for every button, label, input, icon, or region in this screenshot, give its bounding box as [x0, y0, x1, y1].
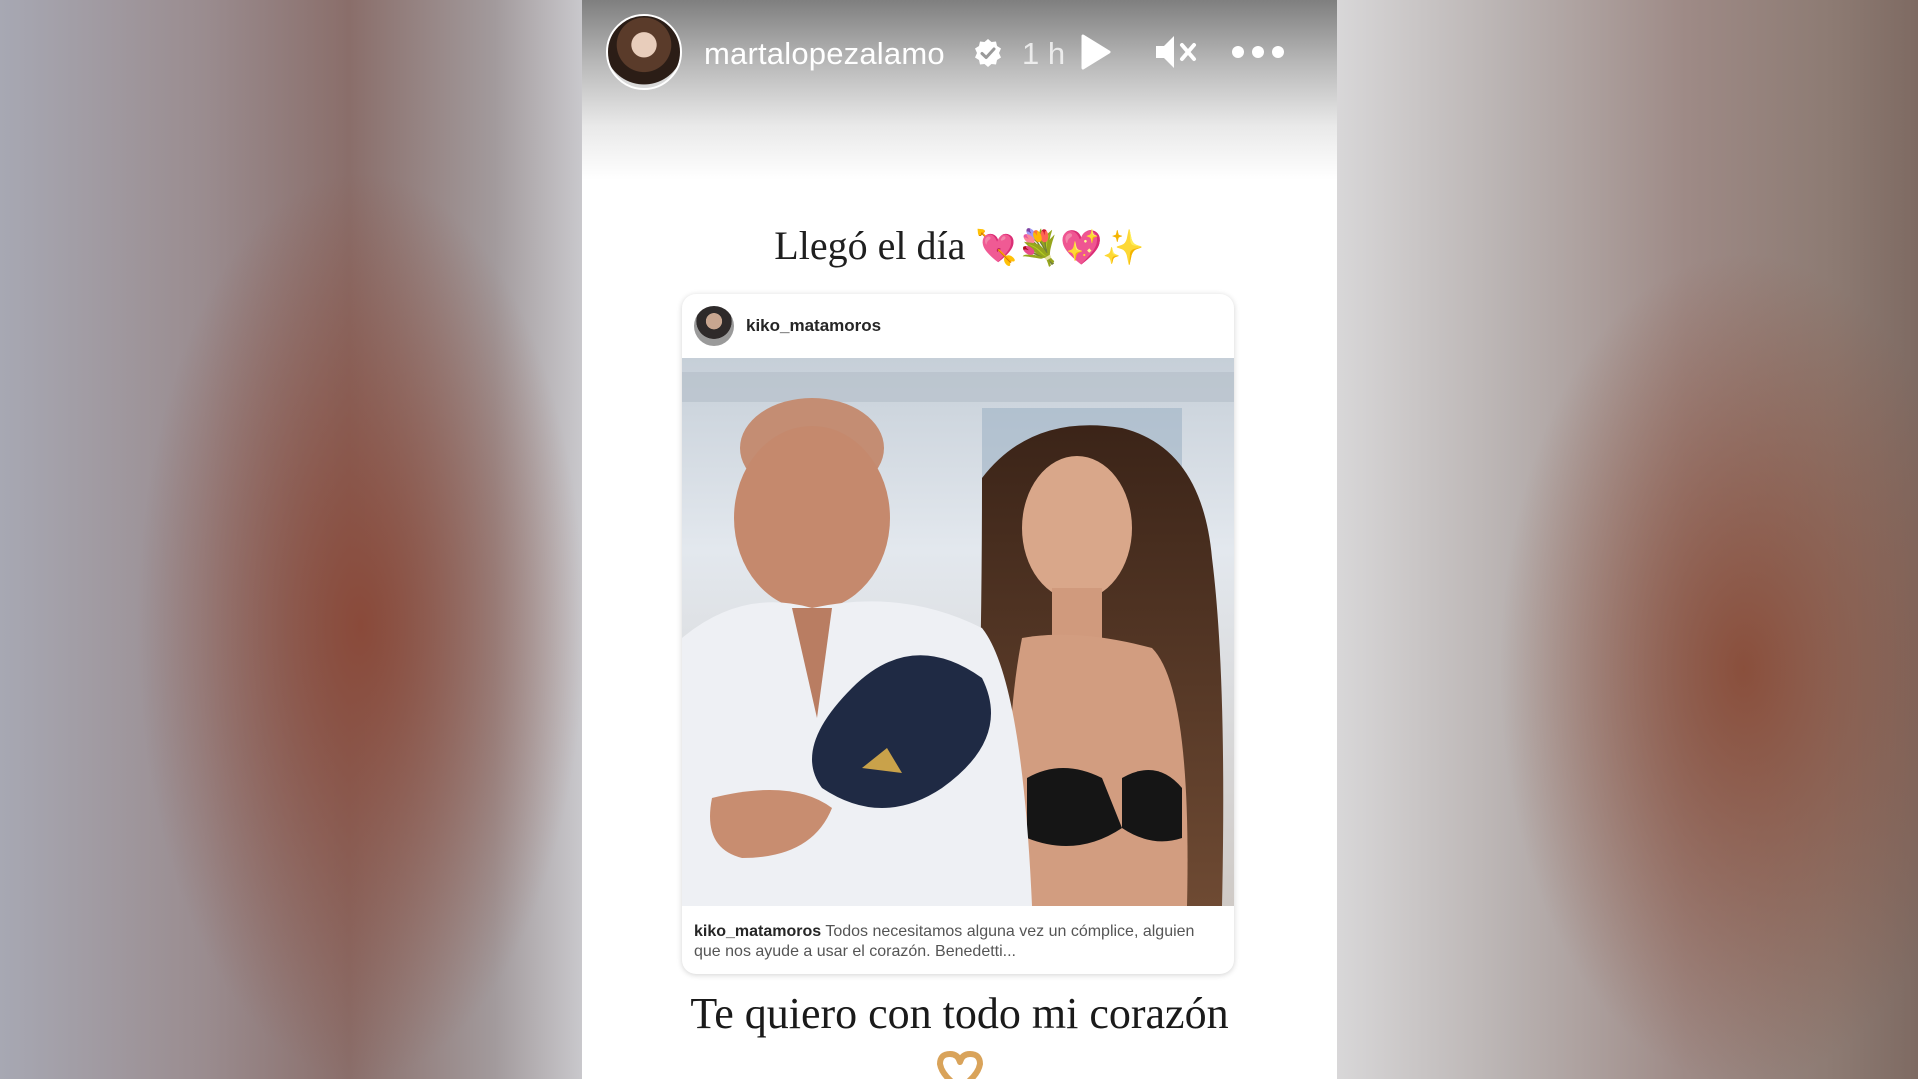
story-time: 1 h [1022, 36, 1066, 71]
post-username[interactable]: kiko_matamoros [746, 316, 881, 336]
verified-badge-icon [975, 39, 1001, 67]
story-header: martalopezalamo 1 h [582, 14, 1337, 92]
more-icon[interactable] [1230, 42, 1286, 62]
story-username[interactable]: martalopezalamo [704, 36, 945, 72]
story-headline: Llegó el día 💘💐💖✨ [582, 222, 1337, 269]
shared-post-card[interactable]: kiko_matamoros kiko_matamoros Todos nece… [682, 294, 1234, 974]
caption-username[interactable]: kiko_matamoros [694, 923, 821, 940]
headline-text: Llegó el día [774, 223, 966, 268]
play-icon[interactable] [1077, 32, 1113, 72]
mute-icon[interactable] [1152, 32, 1200, 72]
background-blur-right [1337, 0, 1918, 1079]
avatar[interactable] [606, 14, 682, 90]
post-photo [682, 358, 1234, 906]
background-blur-left [0, 0, 582, 1079]
post-avatar[interactable] [694, 306, 734, 346]
story-bottom-text: Te quiero con todo mi corazón [690, 989, 1229, 1038]
post-caption: kiko_matamoros Todos necesitamos alguna … [694, 922, 1222, 962]
headline-emojis: 💘💐💖✨ [975, 228, 1145, 268]
heart-hands-icon [937, 1051, 983, 1079]
story-viewer: martalopezalamo 1 h Llegó el día 💘💐💖✨ ki… [582, 0, 1337, 1079]
